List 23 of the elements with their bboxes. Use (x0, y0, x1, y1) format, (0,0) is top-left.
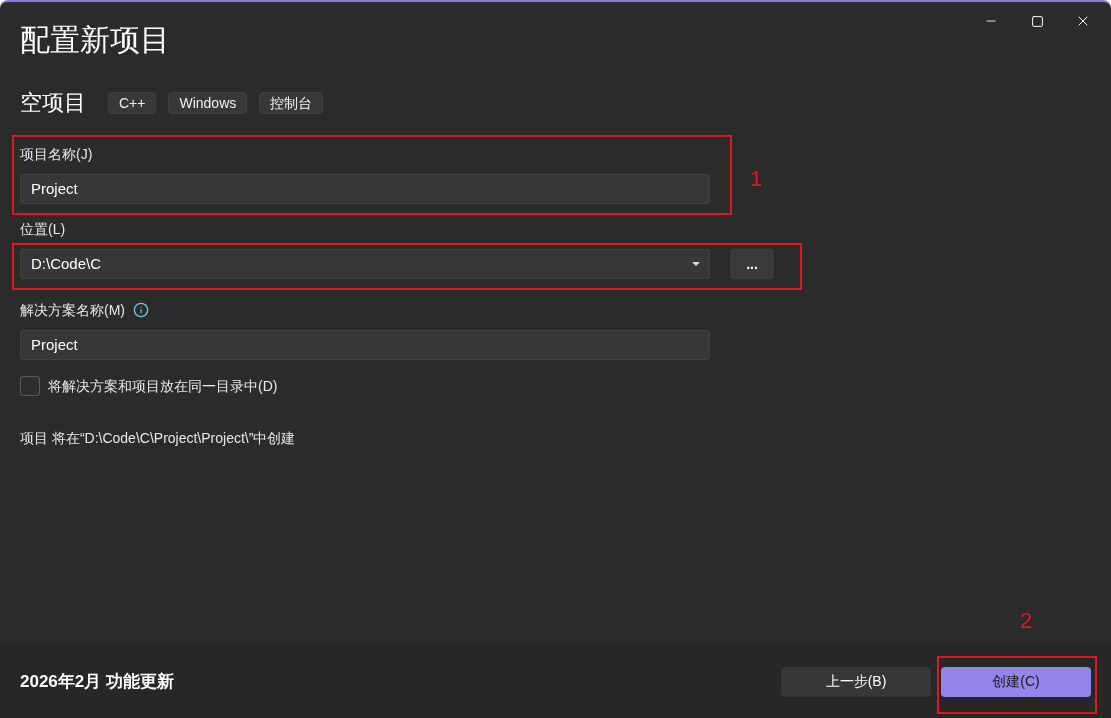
location-dropdown[interactable]: D:\Code\C (20, 249, 710, 279)
maximize-icon (1030, 14, 1044, 28)
summary-text: 项目 将在“D:\Code\C\Project\Project\”中创建 (20, 429, 296, 448)
back-button[interactable]: 上一步(B) (781, 666, 931, 697)
text-input-field[interactable]: Project (20, 330, 710, 360)
template-name: 空项目 (20, 89, 86, 117)
checkbox[interactable] (20, 376, 40, 396)
field-label: 位置(L) (20, 220, 66, 239)
caret-icon (692, 262, 700, 266)
window-title: 配置新项目 (20, 22, 170, 58)
browse-button[interactable]: ... (730, 249, 774, 279)
tag: Windows (168, 92, 248, 114)
tag: C++ (108, 92, 157, 114)
create-button[interactable]: 创建(C) (941, 666, 1091, 697)
callout-number: 2 (1020, 607, 1033, 634)
callout-number: 1 (750, 166, 763, 192)
info-icon[interactable] (133, 302, 149, 318)
text-input-field[interactable]: Project (20, 174, 710, 204)
tag: 控制台 (259, 92, 324, 114)
checkbox-label: 将解决方案和项目放在同一目录中(D) (48, 377, 278, 396)
field-label: 解决方案名称(M) (20, 301, 125, 320)
field-label: 项目名称(J) (20, 145, 93, 164)
update-note: 2026年2月 功能更新 (20, 670, 174, 693)
